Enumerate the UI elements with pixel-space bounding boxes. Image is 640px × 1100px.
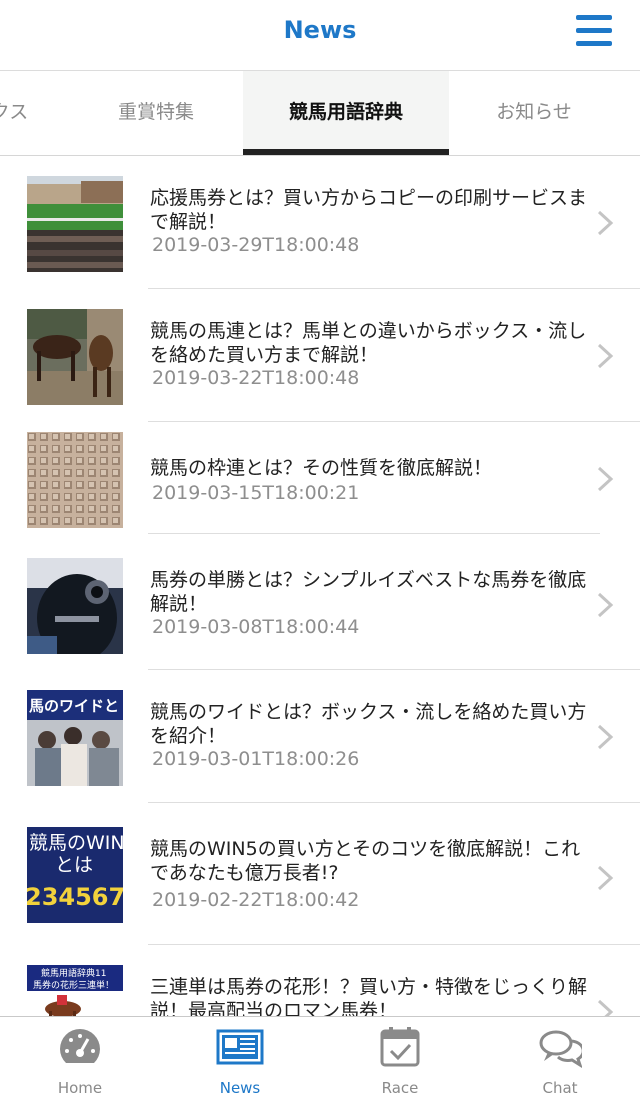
- article-thumbnail: 競馬用語辞典11 馬券の花形三連単！: [27, 965, 123, 1016]
- hamburger-menu-icon: [576, 15, 612, 20]
- article-title: 競馬の馬連とは？馬単との違いからボックス・流しを絡めた買い方まで解説！: [150, 320, 587, 366]
- nav-label: News: [219, 1079, 261, 1097]
- tab-keiba-glossary[interactable]: 競馬用語辞典: [243, 71, 449, 155]
- article-row[interactable]: 競馬用語辞典11 馬券の花形三連単！ 三連単は馬券の花形！？買い方・特徴をじっく…: [0, 945, 640, 1016]
- tab-label: お知らせ: [496, 101, 572, 123]
- tab-label: ックス: [0, 101, 29, 123]
- article-date: 2019-03-08T18:00:44: [152, 616, 360, 638]
- article-title: 競馬のワイドとは？ボックス・流しを絡めた買い方を紹介！: [150, 701, 587, 747]
- thumbnail-caption: 競馬のWIN: [29, 832, 123, 854]
- thumbnail-caption: 23456789: [27, 883, 123, 911]
- category-tabs: ックス 重賞特集 競馬用語辞典 お知らせ: [0, 70, 640, 156]
- article-list: 応援馬券とは？買い方からコピーの印刷サービスまで解説！ 2019-03-29T1…: [0, 156, 640, 1016]
- chat-bubbles-icon: [539, 1030, 582, 1069]
- article-title: 応援馬券とは？買い方からコピーの印刷サービスまで解説！: [150, 187, 588, 233]
- article-title: 競馬のWIN5の買い方とそのコツを徹底解説！これであなたも億万長者!?: [150, 838, 581, 884]
- speedometer-icon: [60, 1029, 100, 1063]
- article-row[interactable]: 馬券の単勝とは？シンプルイズベストな馬券を徹底解説！ 2019-03-08T18…: [0, 534, 640, 670]
- article-date: 2019-03-22T18:00:48: [152, 367, 360, 389]
- hamburger-menu-icon-bar: [576, 41, 612, 46]
- article-row[interactable]: 馬のワイドと 競馬のワイドとは？ボックス・流しを絡めた買い方を紹介！ 2019-…: [0, 670, 640, 803]
- nav-label: Race: [381, 1079, 419, 1097]
- bottom-tab-bar: Home News Race Chat: [0, 1016, 640, 1100]
- article-title: 競馬の枠連とは？その性質を徹底解説！: [150, 457, 493, 479]
- chevron-right-icon: [597, 592, 614, 618]
- article-thumbnail: [27, 176, 123, 272]
- article-title: 馬券の単勝とは？シンプルイズベストな馬券を徹底解説！: [150, 569, 587, 615]
- article-thumbnail: [27, 432, 123, 528]
- article-date: 2019-03-15T18:00:21: [152, 482, 360, 504]
- chevron-right-icon: [597, 724, 614, 750]
- hamburger-menu-icon-bar: [576, 28, 612, 33]
- chevron-right-icon: [597, 343, 614, 369]
- article-date: 2019-02-22T18:00:42: [152, 889, 360, 911]
- nav-news[interactable]: News: [160, 1017, 320, 1100]
- article-row[interactable]: 競馬の枠連とは？その性質を徹底解説！ 2019-03-15T18:00:21: [0, 422, 640, 534]
- calendar-check-icon: [380, 1027, 420, 1067]
- article-row[interactable]: 応援馬券とは？買い方からコピーの印刷サービスまで解説！ 2019-03-29T1…: [0, 156, 640, 289]
- nav-label: Chat: [542, 1079, 578, 1097]
- newspaper-icon: [216, 1029, 264, 1065]
- article-thumbnail: 馬のワイドと: [27, 690, 123, 786]
- article-thumbnail: [27, 558, 123, 654]
- article-row[interactable]: 競馬の馬連とは？馬単との違いからボックス・流しを絡めた買い方まで解説！ 2019…: [0, 289, 640, 422]
- chevron-right-icon: [597, 210, 614, 236]
- top-header: News: [0, 0, 640, 68]
- chevron-right-icon: [597, 999, 614, 1016]
- chevron-right-icon: [597, 466, 614, 492]
- page-title: News: [283, 16, 357, 44]
- tab-grade-race-feature[interactable]: 重賞特集: [65, 71, 247, 155]
- nav-home[interactable]: Home: [0, 1017, 160, 1100]
- app-screen: News ックス 重賞特集 競馬用語辞典 お知らせ: [0, 0, 640, 1100]
- nav-race[interactable]: Race: [320, 1017, 480, 1100]
- article-date: 2019-03-29T18:00:48: [152, 234, 360, 256]
- article-thumbnail: [27, 309, 123, 405]
- article-date: 2019-03-01T18:00:26: [152, 748, 360, 770]
- menu-button[interactable]: [572, 13, 614, 49]
- tab-label: 競馬用語辞典: [288, 101, 403, 123]
- article-row[interactable]: 競馬のWIN とは 23456789 競馬のWIN5の買い方とそのコツを徹底解説…: [0, 803, 640, 945]
- nav-label: Home: [57, 1079, 103, 1097]
- thumbnail-caption: 馬券の花形三連単！: [33, 979, 114, 991]
- tab-box[interactable]: ックス: [0, 71, 60, 155]
- nav-chat[interactable]: Chat: [480, 1017, 640, 1100]
- tab-announcements[interactable]: お知らせ: [449, 71, 619, 155]
- thumbnail-caption: 競馬用語辞典11: [41, 967, 106, 979]
- chevron-right-icon: [597, 865, 614, 891]
- tab-label: 重賞特集: [117, 101, 194, 123]
- article-title: 三連単は馬券の花形！？買い方・特徴をじっくり解説！最高配当のロマン馬券！: [150, 976, 588, 1016]
- article-thumbnail: 競馬のWIN とは 23456789: [27, 827, 123, 923]
- thumbnail-caption: とは: [55, 854, 93, 876]
- active-tab-indicator: [243, 149, 449, 155]
- thumbnail-caption: 馬のワイドと: [29, 697, 119, 715]
